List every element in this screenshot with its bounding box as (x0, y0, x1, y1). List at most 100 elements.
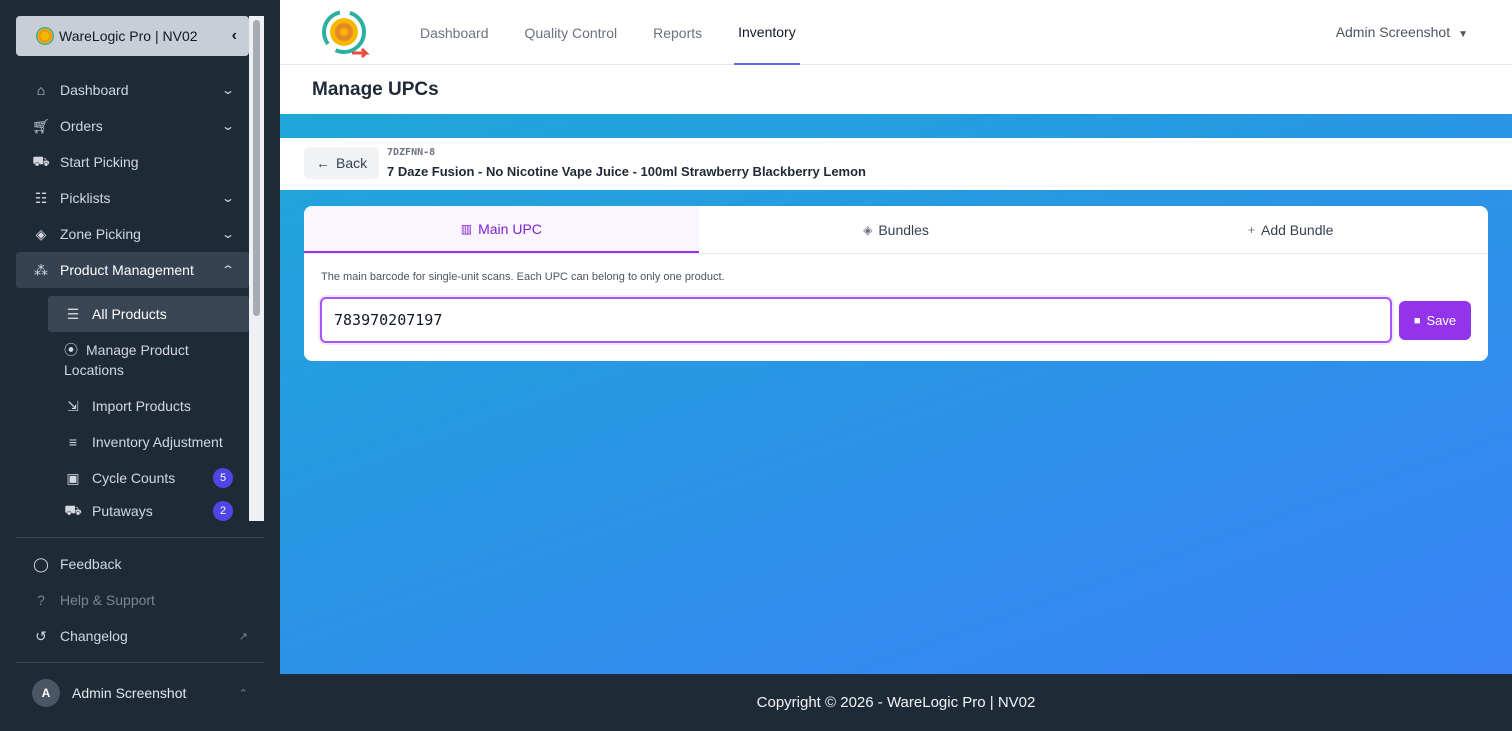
chevron-left-icon[interactable]: ‹ (232, 27, 237, 45)
sidebar-item-label: Putaways (92, 503, 153, 519)
product-name: 7 Daze Fusion - No Nicotine Vape Juice -… (387, 164, 866, 179)
sliders-icon: ≡ (68, 434, 78, 450)
sidebar-item-zone-picking[interactable]: ◈ Zone Picking ⌄ (16, 216, 249, 252)
sidebar-item-label: Help & Support (60, 592, 155, 608)
sidebar-subitem-import-products[interactable]: ⇲ Import Products (48, 388, 249, 424)
boxes-icon: ⁂ (34, 261, 48, 278)
sidebar-item-feedback[interactable]: ◯ Feedback (16, 546, 264, 582)
sidebar-user-menu[interactable]: A Admin Screenshot ⌃ (16, 675, 264, 711)
sidebar-item-label: Changelog (60, 628, 128, 644)
tab-add-bundle[interactable]: + Add Bundle (1093, 206, 1488, 253)
save-label: Save (1426, 313, 1457, 328)
cart-icon: 🛒︎ (32, 117, 50, 134)
tab-reports[interactable]: Reports (649, 0, 706, 65)
scrollbar-thumb[interactable] (253, 20, 260, 316)
sidebar-item-label: Product Management (60, 262, 194, 278)
chevron-up-icon: ⌃ (220, 263, 236, 277)
tab-dashboard[interactable]: Dashboard (416, 0, 493, 65)
save-button[interactable]: ■ Save (1399, 301, 1471, 340)
sidebar-item-label: All Products (92, 306, 167, 322)
sidebar-item-orders[interactable]: 🛒︎ Orders ⌄ (16, 108, 249, 144)
sidebar-subitem-all-products[interactable]: ☰ All Products (48, 296, 249, 332)
tab-inventory[interactable]: Inventory (734, 0, 800, 65)
sidebar-scrollbar[interactable] (249, 16, 264, 521)
sidebar-item-label: Import Products (92, 398, 191, 414)
sidebar-footer-nav: ◯ Feedback ? Help & Support ↺ Changelog … (16, 546, 264, 654)
chevron-up-icon: ⌃ (238, 687, 248, 700)
sidebar-item-picklists[interactable]: ☷ Picklists ⌄ (16, 180, 249, 216)
upc-hint: The main barcode for single-unit scans. … (321, 271, 725, 283)
home-icon: ⌂ (36, 82, 46, 98)
map-pin-icon: ⦿ (64, 342, 78, 358)
sidebar-subitem-manage-product-locations[interactable]: ⦿ Manage Product Locations (48, 332, 249, 388)
sidebar-item-text: Manage Product Locations (64, 342, 189, 378)
product-bar: ← Back 7DZFNN-8 7 Daze Fusion - No Nicot… (280, 138, 1512, 190)
sidebar-item-label: Start Picking (60, 154, 139, 170)
page-title: Manage UPCs (312, 79, 439, 100)
comment-icon: ◯ (33, 555, 49, 572)
count-badge: 5 (213, 468, 233, 488)
chevron-down-icon: ⌄ (220, 227, 236, 241)
tab-quality-control[interactable]: Quality Control (521, 0, 622, 65)
sidebar-subitem-putaways[interactable]: ⛟ Putaways 2 (48, 496, 249, 526)
back-label: Back (336, 155, 368, 171)
checklist-icon: ☷ (34, 189, 48, 206)
product-sku: 7DZFNN-8 (387, 147, 436, 158)
back-button[interactable]: ← Back (304, 147, 380, 179)
sidebar-item-label: Cycle Counts (92, 470, 176, 486)
plus-icon: + (1247, 222, 1255, 237)
floppy-disk-icon: ■ (1413, 314, 1421, 327)
dolly-icon: ⛟ (32, 152, 50, 169)
account-menu[interactable]: Admin Screenshot ▼ (1336, 24, 1468, 40)
sidebar-item-label: Inventory Adjustment (92, 434, 223, 450)
upc-input[interactable] (320, 297, 1392, 343)
count-badge: 2 (213, 501, 233, 521)
tab-main-upc[interactable]: ▥ Main UPC (304, 206, 699, 253)
history-icon: ↺ (35, 627, 47, 644)
dolly-icon: ⛟ (64, 501, 82, 518)
brand-title: WareLogic Pro | NV02 (59, 28, 198, 44)
external-link-icon: ↗ (238, 630, 248, 643)
page-footer: Copyright © 2026 - WareLogic Pro | NV02 (280, 674, 1512, 731)
sidebar-item-label: Feedback (60, 556, 122, 572)
file-import-icon: ⇲ (67, 397, 79, 414)
tab-bundles[interactable]: ◈ Bundles (699, 206, 1094, 253)
sidebar-divider (16, 662, 264, 663)
sidebar-item-dashboard[interactable]: ⌂ Dashboard ⌄ (16, 72, 249, 108)
brand-switcher[interactable]: WareLogic Pro | NV02 ‹ (16, 16, 249, 56)
user-name: Admin Screenshot (72, 685, 187, 701)
tab-label: Main UPC (478, 220, 542, 237)
sidebar-item-label: Picklists (60, 190, 111, 206)
upc-card: ▥ Main UPC ◈ Bundles + Add Bundle The ma… (304, 206, 1488, 361)
page-header: Manage UPCs (280, 65, 1512, 114)
sidebar-item-start-picking[interactable]: ⛟ Start Picking (16, 144, 249, 180)
upc-tabs: ▥ Main UPC ◈ Bundles + Add Bundle (304, 206, 1488, 254)
brand-logo-icon (36, 27, 54, 45)
tab-label: Bundles (878, 221, 929, 238)
product-management-submenu: ☰ All Products ⦿ Manage Product Locations… (48, 296, 249, 526)
chevron-down-icon: ⌄ (220, 119, 236, 133)
sidebar-item-help-support[interactable]: ? Help & Support (16, 582, 264, 618)
sidebar-item-label: Zone Picking (60, 226, 141, 242)
chevron-down-icon: ⌄ (220, 191, 236, 205)
content-area: ← Back 7DZFNN-8 7 Daze Fusion - No Nicot… (280, 114, 1512, 674)
sidebar-subitem-cycle-counts[interactable]: ▣ Cycle Counts 5 (48, 460, 249, 496)
sidebar-item-changelog[interactable]: ↺ Changelog ↗ (16, 618, 264, 654)
sidebar-item-label: ⦿ Manage Product Locations (64, 340, 233, 380)
list-icon: ☰ (66, 305, 80, 322)
sidebar-item-label: Dashboard (60, 82, 129, 98)
top-navbar: Dashboard Quality Control Reports Invent… (280, 0, 1512, 65)
app-logo-icon[interactable] (318, 5, 372, 59)
arrow-left-icon: ← (316, 155, 330, 171)
sidebar-subitem-inventory-adjustment[interactable]: ≡ Inventory Adjustment (48, 424, 249, 460)
tab-label: Add Bundle (1260, 221, 1334, 238)
barcode-icon: ▥ (460, 221, 473, 236)
account-name: Admin Screenshot (1335, 24, 1451, 40)
layers-icon: ◈ (863, 222, 873, 237)
sidebar-item-product-management[interactable]: ⁂ Product Management ⌃ (16, 252, 249, 288)
sidebar-item-label: Orders (60, 118, 103, 134)
top-tabs: Dashboard Quality Control Reports Invent… (410, 0, 822, 65)
chevron-down-icon: ▼ (1458, 29, 1468, 40)
chevron-down-icon: ⌄ (220, 83, 236, 97)
avatar: A (32, 679, 60, 707)
